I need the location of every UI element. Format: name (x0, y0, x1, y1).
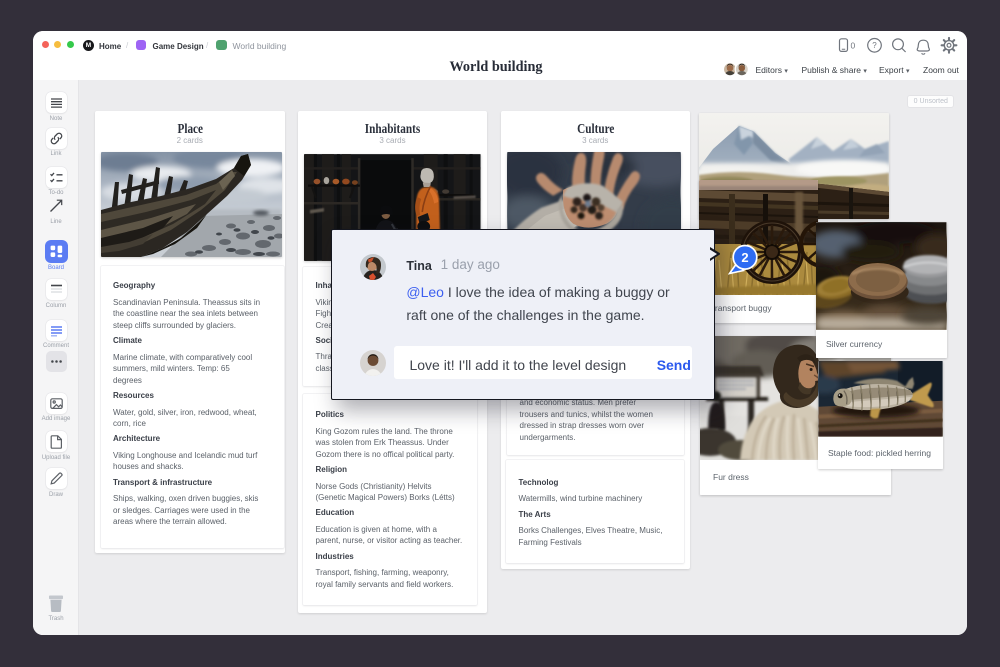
svg-text:2: 2 (741, 250, 748, 265)
svg-text:?: ? (872, 41, 877, 50)
svg-text:0: 0 (851, 41, 856, 51)
